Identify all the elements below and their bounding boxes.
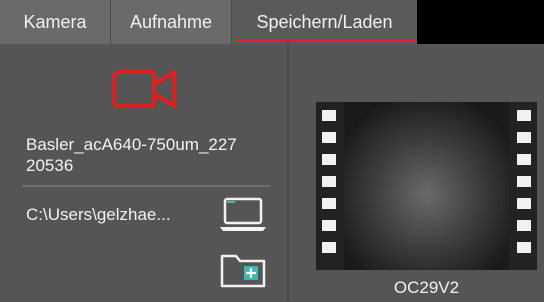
preview-label: OC29V2	[393, 278, 460, 297]
active-tab-indicator	[233, 39, 415, 42]
tab-aufnahme[interactable]: Aufnahme	[110, 0, 231, 44]
laptop-icon[interactable]	[218, 196, 268, 234]
tab-bar-empty-area	[417, 0, 544, 44]
video-camera-icon[interactable]	[112, 68, 178, 110]
tab-bar: Kamera Aufnahme Speichern/Laden	[0, 0, 544, 44]
camera-device-name: Basler_acA640-750um_227 20536	[26, 135, 237, 175]
tab-kamera[interactable]: Kamera	[0, 0, 110, 44]
folder-plus-icon[interactable]	[218, 250, 268, 290]
section-divider	[22, 185, 270, 187]
film-strip-icon	[316, 102, 537, 270]
tab-speichern-laden[interactable]: Speichern/Laden	[231, 0, 417, 44]
save-path-text: C:\Users\gelzhae...	[26, 205, 171, 224]
